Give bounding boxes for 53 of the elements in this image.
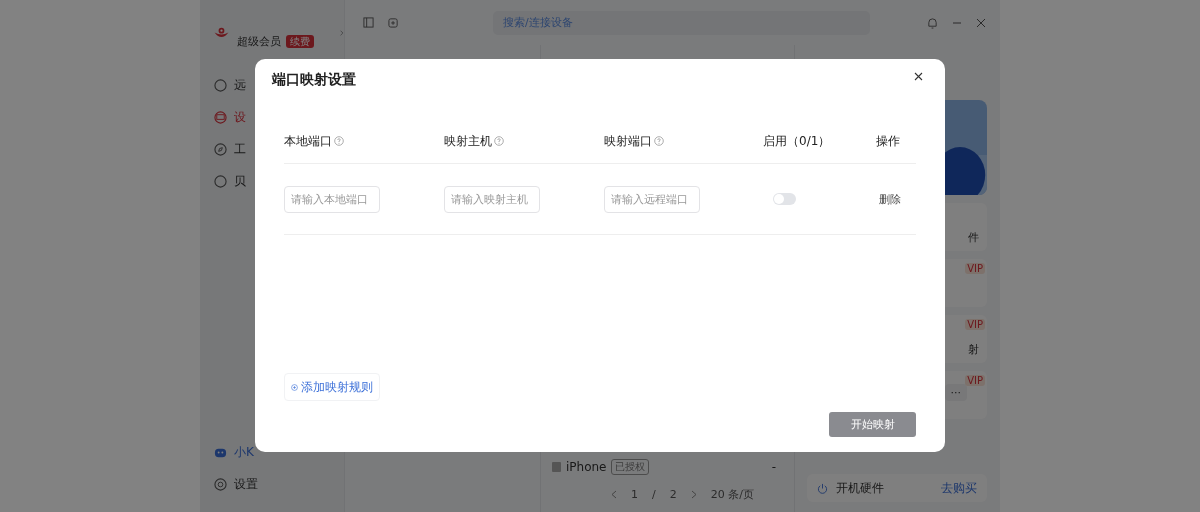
close-icon[interactable]	[976, 17, 986, 28]
remote-port-field[interactable]: 请输入远程端口	[604, 185, 700, 213]
vip-badge: VIP	[965, 375, 985, 386]
column-header: 本地端口	[284, 132, 332, 150]
card-label: 件	[968, 230, 979, 245]
close-button[interactable]	[912, 70, 925, 83]
hardware-label: 开机硬件	[836, 479, 884, 497]
column-header: 操作	[876, 132, 900, 150]
next-page-icon[interactable]	[690, 490, 697, 499]
monitor-icon	[214, 110, 227, 124]
buy-link[interactable]: 去购买	[941, 479, 977, 497]
nav-item[interactable]: 贝	[234, 172, 246, 190]
delete-button[interactable]: 删除	[879, 191, 901, 207]
column-header: 映射主机	[444, 132, 492, 150]
card-label: 射	[968, 342, 979, 357]
phone-icon	[551, 461, 562, 473]
close-icon	[914, 72, 923, 81]
page-total: 2	[669, 488, 677, 501]
nav-item[interactable]: 设	[234, 108, 246, 126]
dialog-title: 端口映射设置	[272, 71, 357, 89]
enable-switch[interactable]	[773, 192, 796, 205]
help-icon	[654, 136, 664, 146]
table-cell: -	[771, 460, 776, 474]
membership-label: 超级会员	[236, 35, 281, 48]
nav-item[interactable]: 远	[234, 76, 246, 94]
local-port-field[interactable]: 请输入本地端口	[284, 185, 380, 213]
host-field[interactable]: 请输入映射主机	[444, 185, 540, 213]
settings-icon	[214, 477, 227, 491]
nav-item[interactable]: 工	[234, 140, 246, 158]
help-icon	[334, 136, 344, 146]
more-button[interactable]: ···	[944, 384, 967, 401]
search-field[interactable]: 搜索/连接设备	[493, 10, 870, 35]
sidebar-toggle-icon[interactable]	[363, 17, 374, 28]
device-name[interactable]: iPhone	[566, 460, 607, 474]
column-header: 映射端口	[604, 132, 652, 150]
nav-item[interactable]: 小K	[234, 443, 254, 461]
vip-badge: VIP	[965, 263, 985, 274]
power-icon	[817, 482, 828, 494]
help-icon	[494, 136, 504, 146]
status-badge: 已授权	[610, 459, 649, 475]
page-number: 1	[631, 488, 638, 501]
add-rule-button[interactable]: 添加映射规则	[284, 373, 380, 401]
column-header: 启用（0/1）	[763, 132, 831, 150]
plus-circle-icon	[291, 381, 298, 393]
add-window-icon[interactable]	[388, 17, 399, 28]
vip-badge: VIP	[965, 319, 985, 330]
page-size[interactable]: 20 条/页	[710, 487, 754, 502]
prev-page-icon[interactable]	[611, 490, 617, 499]
nav-item[interactable]: 设置	[234, 475, 258, 493]
compass-icon	[214, 142, 227, 156]
page-separator: /	[652, 488, 656, 501]
bell-icon[interactable]	[927, 16, 938, 29]
renew-badge[interactable]: 续费	[285, 35, 314, 48]
